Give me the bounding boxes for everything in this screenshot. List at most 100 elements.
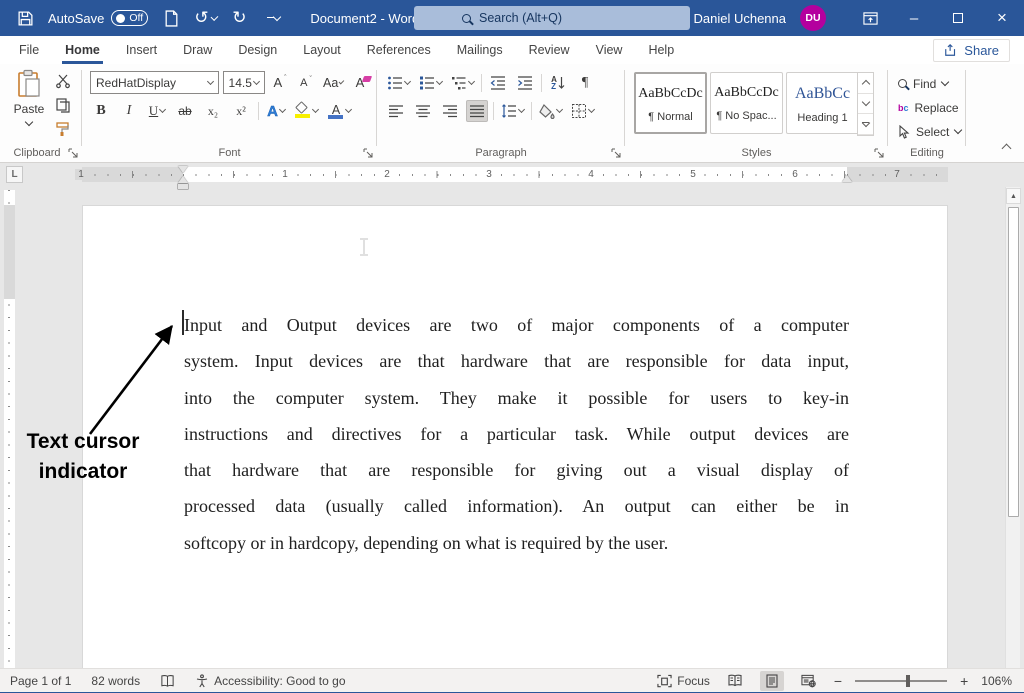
tab-layout[interactable]: Layout [290,36,354,64]
read-mode-button[interactable] [723,671,747,691]
style-normal[interactable]: AaBbCcDc ¶ Normal [634,72,707,134]
zoom-in-button[interactable]: + [960,673,968,689]
share-button[interactable]: Share [933,39,1010,62]
tab-help[interactable]: Help [635,36,687,64]
quick-access-more-icon[interactable] [262,7,284,29]
align-right-button[interactable] [439,100,461,122]
numbering-button[interactable] [417,72,444,94]
clear-formatting-button[interactable]: A [349,72,371,94]
highlight-color-button[interactable] [293,100,320,122]
shrink-font-button[interactable]: Aˇ [295,72,317,94]
web-layout-button[interactable] [797,671,821,691]
styles-scroll-up-icon[interactable] [858,73,873,94]
tab-stop-selector[interactable]: L [6,166,23,183]
format-painter-button[interactable] [52,118,74,140]
document-page[interactable]: Input and Output devices are two of majo… [82,205,948,668]
borders-button[interactable] [569,100,596,122]
vertical-scrollbar[interactable]: ▲ [1005,187,1020,668]
line-spacing-button[interactable] [499,100,526,122]
collapse-ribbon-icon[interactable] [1002,144,1012,154]
subscript-button[interactable]: x₂ [202,100,224,122]
paste-dropdown-icon[interactable] [25,118,33,126]
hanging-indent-marker[interactable] [178,176,188,183]
text-line[interactable]: that hardware that are responsible for g… [184,452,849,488]
find-button[interactable]: Find [898,72,948,95]
right-indent-marker[interactable] [842,175,852,182]
tab-mailings[interactable]: Mailings [444,36,516,64]
avatar[interactable]: DU [800,5,826,31]
show-hide-marks-button[interactable]: ¶ [574,72,596,94]
bullets-button[interactable] [385,72,412,94]
text-line[interactable]: Input and Output devices are two of majo… [184,307,849,343]
styles-gallery-more-icon[interactable] [858,114,873,135]
user-name[interactable]: Daniel Uchenna [693,11,786,26]
justify-button[interactable] [466,100,488,122]
select-button[interactable]: Select [898,120,961,143]
underline-button[interactable]: U [146,100,168,122]
tab-design[interactable]: Design [225,36,290,64]
text-line[interactable]: system. Input devices are that hardware … [184,343,849,379]
style-no-spacing[interactable]: AaBbCcDc ¶ No Spac... [710,72,783,134]
increase-indent-button[interactable] [514,72,536,94]
cut-button[interactable] [52,70,74,92]
minimize-button[interactable]: – [892,0,936,36]
accessibility-status[interactable]: Accessibility: Good to go [195,674,345,688]
text-effects-button[interactable]: A [265,100,287,122]
tab-home[interactable]: Home [52,36,113,64]
autosave-toggle[interactable]: AutoSave Off [48,10,148,26]
tab-view[interactable]: View [583,36,636,64]
close-button[interactable]: × [980,0,1024,36]
clipboard-dialog-launcher-icon[interactable] [68,148,78,158]
replace-button[interactable]: bc Replace [898,96,959,119]
zoom-slider-thumb[interactable] [906,675,910,687]
font-family-combo[interactable]: RedHatDisplay [90,71,219,94]
scrollbar-thumb[interactable] [1008,207,1019,517]
strikethrough-button[interactable]: ab [174,100,196,122]
style-heading1[interactable]: AaBbCc Heading 1 [786,72,859,134]
align-left-button[interactable] [385,100,407,122]
bold-button[interactable]: B [90,100,112,122]
undo-button[interactable]: ↺ [194,7,216,29]
zoom-slider[interactable] [855,680,947,682]
text-line[interactable]: into the computer system. They make it p… [184,380,849,416]
copy-button[interactable] [52,94,74,116]
text-line[interactable]: processed data (usually called informati… [184,488,849,524]
tab-draw[interactable]: Draw [170,36,225,64]
first-line-indent-marker[interactable] [178,166,188,173]
superscript-button[interactable]: x² [230,100,252,122]
font-color-button[interactable]: A [326,100,353,122]
styles-dialog-launcher-icon[interactable] [874,148,884,158]
paragraph-dialog-launcher-icon[interactable] [611,148,621,158]
autosave-switch[interactable]: Off [111,10,148,26]
ribbon-display-options-icon[interactable] [848,0,892,36]
zoom-out-button[interactable]: − [834,673,842,689]
tab-references[interactable]: References [354,36,444,64]
zoom-level[interactable]: 106% [981,674,1012,688]
change-case-button[interactable]: Aa [321,72,345,94]
print-layout-button[interactable] [760,671,784,691]
multilevel-list-button[interactable] [449,72,476,94]
text-line[interactable]: softcopy or in hardcopy, depending on wh… [184,525,849,561]
font-size-combo[interactable]: 14.5 [223,71,265,94]
paste-button[interactable]: Paste [8,69,50,128]
word-count[interactable]: 82 words [91,674,140,688]
maximize-button[interactable] [936,0,980,36]
decrease-indent-button[interactable] [487,72,509,94]
search-box[interactable] [414,6,690,30]
focus-button[interactable]: Focus [657,674,710,688]
text-line[interactable]: instructions and directives for a partic… [184,416,849,452]
save-icon[interactable] [14,7,36,29]
tab-file[interactable]: File [6,36,52,64]
font-dialog-launcher-icon[interactable] [363,148,373,158]
proofing-button[interactable] [160,674,175,688]
sort-button[interactable]: AZ [547,72,569,94]
shading-button[interactable] [537,100,564,122]
search-input[interactable] [479,11,659,25]
scroll-up-icon[interactable]: ▲ [1006,188,1021,204]
grow-font-button[interactable]: Aˆ [269,72,291,94]
italic-button[interactable]: I [118,100,140,122]
tab-review[interactable]: Review [516,36,583,64]
styles-scroll-down-icon[interactable] [858,94,873,115]
left-indent-marker[interactable] [178,184,188,189]
new-document-icon[interactable] [160,7,182,29]
